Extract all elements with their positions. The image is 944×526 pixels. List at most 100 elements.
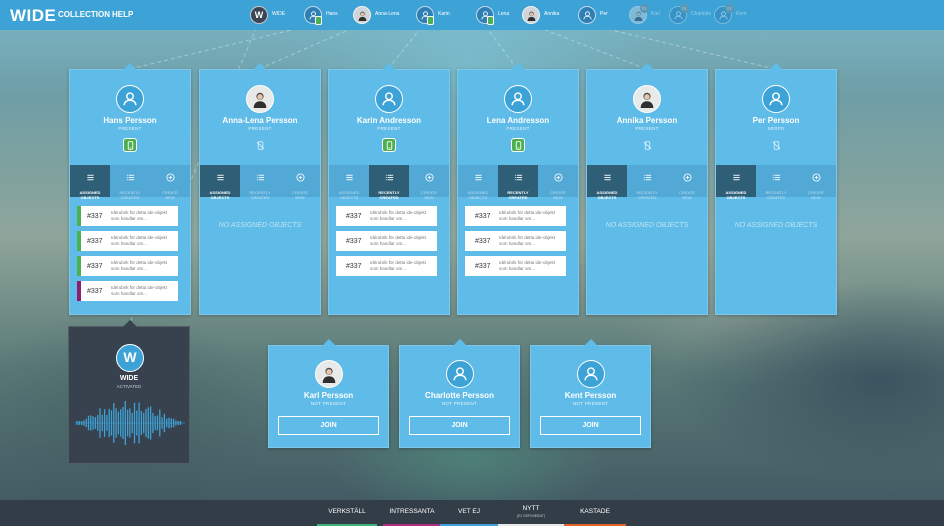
category-label: KASTADE (580, 508, 610, 515)
object-title: Idérubrik för detta ide-objekt som handl… (370, 235, 427, 246)
category-intressanta[interactable]: INTRESSANTA (383, 500, 441, 526)
tab-assigned[interactable]: ASSIGNED OBJECTS (70, 165, 110, 200)
object-item[interactable]: #337 Idérubrik för detta ide-objekt som h… (465, 206, 566, 226)
object-item[interactable]: #337 Idérubrik för detta ide-objekt som h… (336, 256, 437, 276)
card-tabs: ASSIGNED OBJECTS RECENTLY CREATED CREATE N… (70, 165, 190, 200)
list-icon (732, 169, 741, 187)
category-label: VET EJ (458, 508, 480, 515)
object-item[interactable]: #337 Idérubrik för detta ide-objekt som h… (336, 206, 437, 226)
add-circle-icon (682, 169, 692, 187)
presence-name: Charlotte (691, 11, 712, 17)
device-icon (427, 16, 434, 25)
join-button[interactable]: JOIN (278, 416, 379, 435)
object-number: #337 (346, 212, 362, 220)
category-sublabel: (EJ DEFINIERAT) (517, 514, 545, 518)
card-tabs: ASSIGNED OBJECTS RECENTLY CREATED CREATE N… (716, 165, 836, 200)
category-vet-ej[interactable]: VET EJ (440, 500, 498, 526)
object-number: #337 (346, 262, 362, 270)
tab-label: CREATE NEW (292, 190, 308, 200)
tab-assigned[interactable]: ASSIGNED OBJECTS (329, 165, 369, 200)
add-circle-icon (553, 169, 563, 187)
collection-menu[interactable]: COLLECTION (58, 10, 110, 19)
participant-card: Karin Andresson PRESENT ASSIGNED OBJECTS RE… (328, 62, 450, 315)
category-color-bar (465, 206, 469, 226)
tab-create[interactable]: CREATE NEW (796, 165, 836, 200)
absent-participant-card: Kent Persson NOT PRESENT JOIN (530, 338, 651, 448)
participant-name: Annika Persson (616, 116, 678, 125)
object-number: #337 (87, 237, 103, 245)
device-icon (487, 16, 494, 25)
tab-create[interactable]: CREATE NEW (667, 165, 707, 200)
tab-label: CREATE NEW (550, 190, 566, 200)
tab-assigned[interactable]: ASSIGNED OBJECTS (587, 165, 627, 200)
list-icon (86, 169, 95, 187)
wide-avatar: W (250, 6, 268, 24)
object-list: #337 Idérubrik för detta ide-objekt som h… (336, 206, 437, 281)
user-icon (578, 6, 596, 24)
tab-recent[interactable]: RECENTLY CREATED (627, 165, 667, 200)
category-color-bar (77, 256, 81, 276)
category-kastade[interactable]: KASTADE (564, 500, 626, 526)
object-item[interactable]: #337 Idérubrik för detta ide-objekt som h… (465, 231, 566, 251)
device-disconnected-icon (640, 138, 654, 152)
participant-name: Karin Andresson (356, 116, 422, 125)
object-list: #337 Idérubrik för detta ide-objekt som h… (465, 206, 566, 281)
object-item[interactable]: #337 Idérubrik för detta ide-objekt som h… (77, 231, 178, 251)
tab-create[interactable]: CREATE NEW (409, 165, 449, 200)
absent-participant-card: Karl Persson NOT PRESENT JOIN (268, 338, 389, 448)
object-item[interactable]: #337 Idérubrik för detta ide-objekt som h… (336, 231, 437, 251)
participant-name: Hans Persson (103, 116, 157, 125)
category-color-bar (77, 231, 81, 251)
card-tabs: ASSIGNED OBJECTS RECENTLY CREATED CREATE N… (329, 165, 449, 200)
participant-name: Lena Andresson (486, 116, 550, 125)
user-icon (576, 360, 605, 388)
wide-logo[interactable]: WIDE (10, 6, 56, 26)
help-menu[interactable]: HELP (112, 10, 133, 19)
category-label: NYTT (522, 505, 540, 512)
presence-name: Anna-Lena (375, 11, 400, 17)
tab-label: ASSIGNED OBJECTS (596, 190, 618, 200)
device-icon (315, 16, 322, 25)
object-title: Idérubrik för detta ide-objekt som handl… (499, 235, 556, 246)
object-item[interactable]: #337 Idérubrik för detta ide-objekt som h… (77, 256, 178, 276)
tab-create[interactable]: CREATE NEW (150, 165, 190, 200)
category-color-bar (336, 206, 340, 226)
list-icon (603, 169, 612, 187)
tab-recent[interactable]: RECENTLY CREATED (110, 165, 150, 200)
tab-recent[interactable]: RECENTLY CREATED (498, 165, 538, 200)
user-icon (445, 360, 474, 388)
category-color-bar (77, 206, 81, 226)
presence-name: Kent (736, 11, 747, 17)
category-color-bar (77, 281, 81, 301)
audio-waveform (75, 401, 185, 445)
participant-status: PRESENT (506, 126, 530, 131)
object-item[interactable]: #337 Idérubrik för detta ide-objekt som h… (77, 281, 178, 301)
tab-recent[interactable]: RECENTLY CREATED (240, 165, 280, 200)
join-button[interactable]: JOIN (409, 416, 510, 435)
tab-recent[interactable]: RECENTLY CREATED (756, 165, 796, 200)
object-item[interactable]: #337 Idérubrik för detta ide-objekt som h… (465, 256, 566, 276)
tab-label: ASSIGNED OBJECTS (79, 190, 101, 200)
join-button[interactable]: JOIN (540, 416, 641, 435)
presence-name: Karl (651, 11, 660, 17)
category-nytt[interactable]: NYTT (EJ DEFINIERAT) (498, 500, 564, 526)
presence-name: Karin (438, 11, 450, 17)
object-number: #337 (475, 237, 491, 245)
category-color-bar (336, 231, 340, 251)
tab-assigned[interactable]: ASSIGNED OBJECTS (200, 165, 240, 200)
object-item[interactable]: #337 Idérubrik för detta ide-objekt som h… (77, 206, 178, 226)
presence-name: WIDE (272, 11, 286, 17)
participant-card: Per Persson SERPE ASSIGNED OBJECTS RECENTLY… (715, 62, 837, 315)
object-title: Idérubrik för detta ide-objekt som handl… (370, 260, 427, 271)
category-color-bar (465, 256, 469, 276)
tab-assigned[interactable]: ASSIGNED OBJECTS (716, 165, 756, 200)
category-verkst-ll[interactable]: VERKSTÄLL (317, 500, 377, 526)
device-connected-icon (382, 138, 396, 152)
tab-create[interactable]: CREATE NEW (280, 165, 320, 200)
card-tabs: ASSIGNED OBJECTS RECENTLY CREATED CREATE N… (458, 165, 578, 200)
tab-recent[interactable]: RECENTLY CREATED (369, 165, 409, 200)
wide-avatar: W (116, 344, 144, 372)
tab-create[interactable]: CREATE NEW (538, 165, 578, 200)
object-title: Idérubrik för detta ide-objekt som handl… (111, 260, 168, 271)
tab-assigned[interactable]: ASSIGNED OBJECTS (458, 165, 498, 200)
